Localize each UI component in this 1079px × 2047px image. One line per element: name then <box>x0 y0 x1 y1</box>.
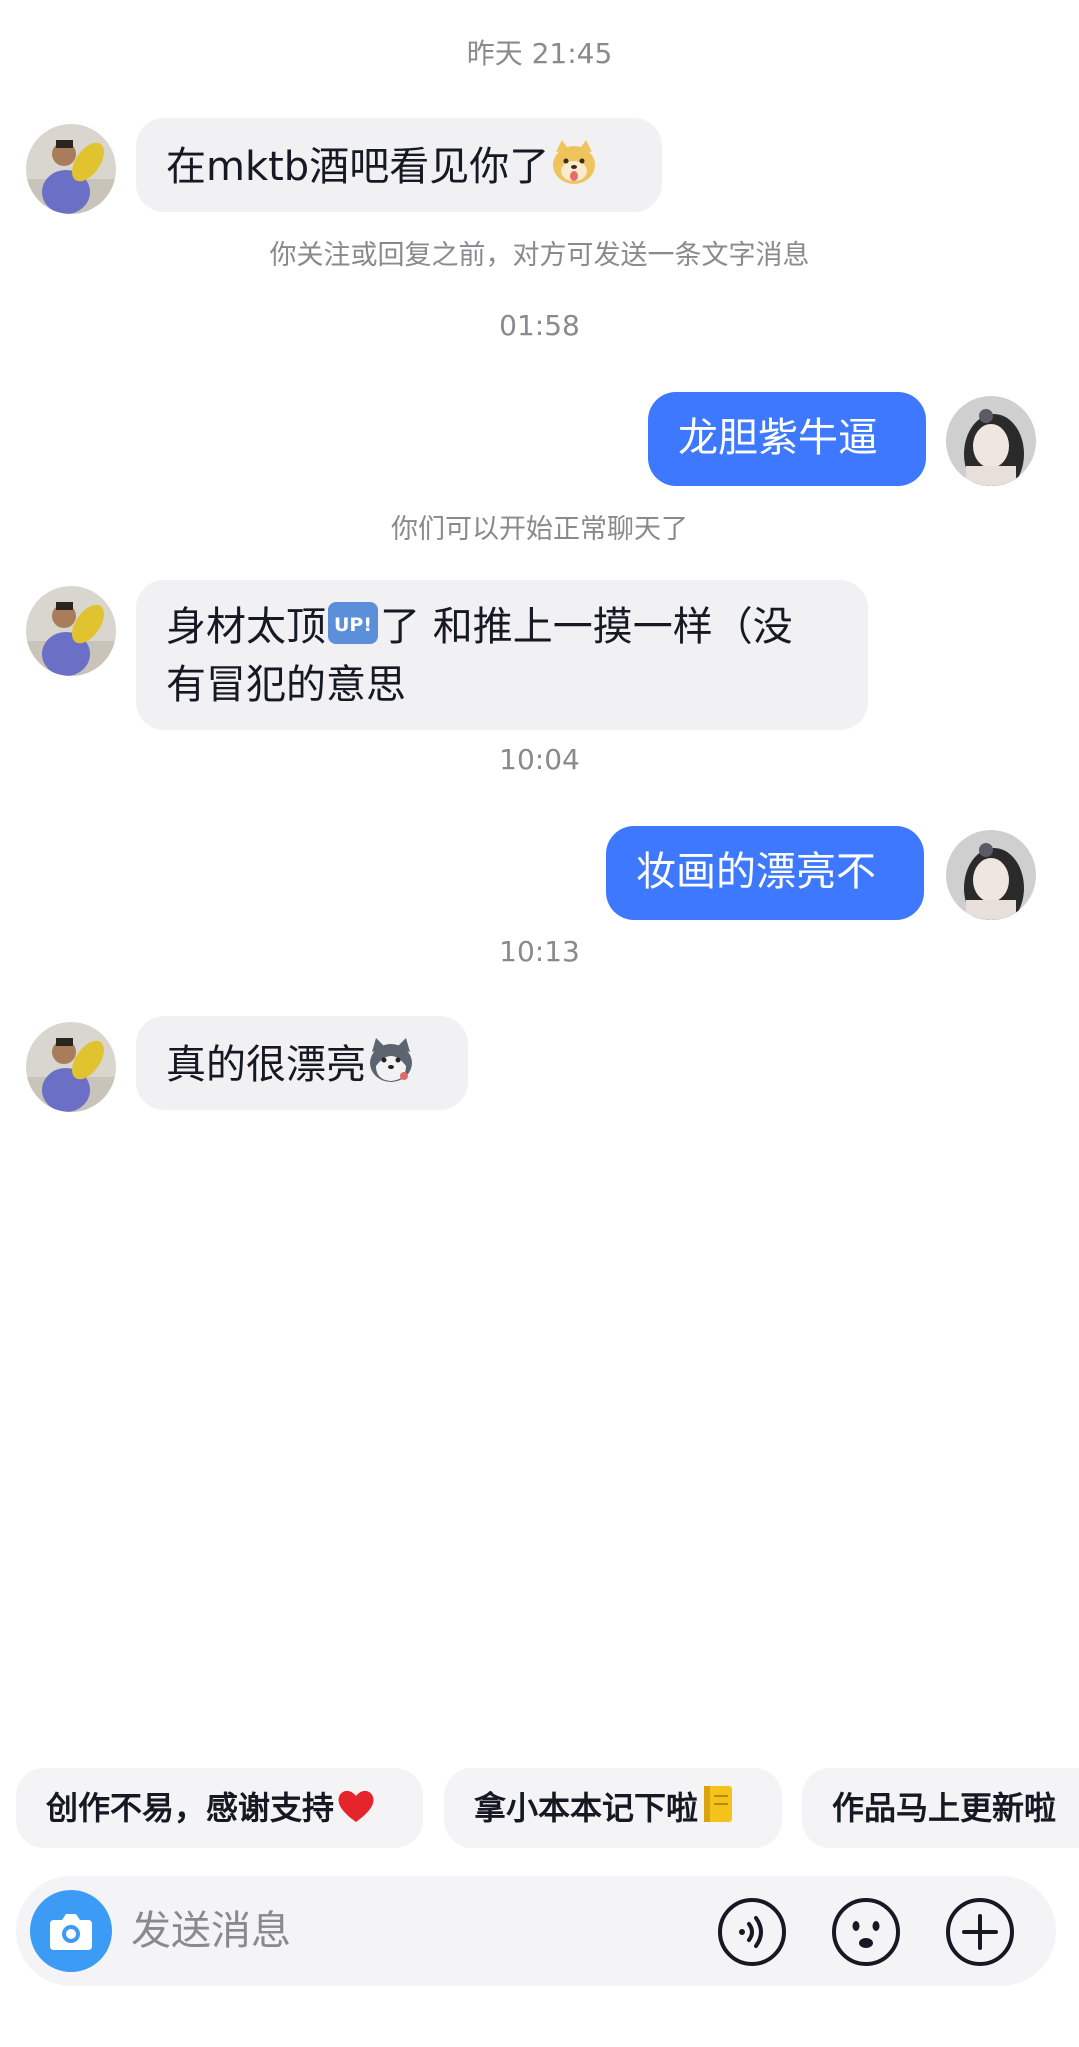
camera-icon <box>50 1914 92 1950</box>
timestamp: 10:13 <box>499 935 580 968</box>
dog-face-emoji-icon <box>549 138 599 201</box>
incoming-message[interactable]: 在mktb酒吧看见你了 <box>136 118 662 212</box>
timestamp: 01:58 <box>499 309 580 342</box>
voice-button[interactable] <box>716 1896 788 1968</box>
outgoing-message[interactable]: 妆画的漂亮不 <box>606 826 924 920</box>
husky-face-emoji-icon <box>366 1036 416 1099</box>
more-button[interactable] <box>944 1896 1016 1968</box>
quick-reply-chip[interactable]: 创作不易，感谢支持 <box>16 1768 423 1848</box>
chat-thread: 昨天 21:45 在mktb酒吧看见你了 你关注或回复之前，对方可发送一条文字消… <box>0 0 1079 1760</box>
outgoing-message[interactable]: 龙胆紫牛逼 <box>648 392 926 486</box>
timestamp: 昨天 21:45 <box>466 37 613 70</box>
incoming-message[interactable]: 身材太顶 UP! 了 和推上一摸一样（没 有冒犯的意思 <box>136 580 868 730</box>
message-text: 有冒犯的意思 <box>166 662 406 708</box>
incoming-message[interactable]: 真的很漂亮 <box>136 1016 468 1110</box>
message-text: 龙胆紫牛逼 <box>678 415 878 461</box>
contact-avatar[interactable] <box>26 124 116 214</box>
svg-text:UP!: UP! <box>334 614 372 636</box>
quick-reply-chip[interactable]: 作品马上更新啦 <box>802 1768 1079 1848</box>
camera-button[interactable] <box>30 1890 112 1972</box>
emoji-button[interactable] <box>830 1896 902 1968</box>
message-text: 妆画的漂亮不 <box>636 849 876 895</box>
quick-reply-bar: 创作不易，感谢支持 拿小本本记下啦 作品马上更新啦 <box>0 1768 1079 1852</box>
emoji-icon <box>832 1898 900 1966</box>
notice-text: 你们可以开始正常聊天了 <box>391 514 688 545</box>
message-input[interactable]: 发送消息 <box>131 1876 291 1986</box>
contact-avatar[interactable] <box>26 1022 116 1112</box>
message-text: 身材太顶 <box>166 604 326 650</box>
message-input-bar: 发送消息 <box>16 1876 1056 1986</box>
my-avatar[interactable] <box>946 830 1036 920</box>
my-avatar[interactable] <box>946 396 1036 486</box>
message-text: 真的很漂亮 <box>166 1042 366 1088</box>
contact-avatar[interactable] <box>26 586 116 676</box>
message-text: 在mktb酒吧看见你了 <box>166 144 550 190</box>
notice-text: 你关注或回复之前，对方可发送一条文字消息 <box>269 240 810 271</box>
chip-label: 创作不易，感谢支持 <box>46 1789 335 1827</box>
voice-icon <box>718 1898 786 1966</box>
timestamp: 10:04 <box>499 743 580 776</box>
up-button-emoji-icon: UP! <box>326 600 380 659</box>
quick-reply-chip[interactable]: 拿小本本记下啦 <box>444 1768 782 1848</box>
message-text: 了 和推上一摸一样（没 <box>380 604 793 650</box>
notebook-emoji-icon <box>700 1773 736 1848</box>
chip-label: 拿小本本记下啦 <box>474 1789 699 1827</box>
red-heart-emoji-icon <box>336 1773 376 1848</box>
chip-label: 作品马上更新啦 <box>832 1789 1057 1827</box>
plus-icon <box>946 1898 1014 1966</box>
